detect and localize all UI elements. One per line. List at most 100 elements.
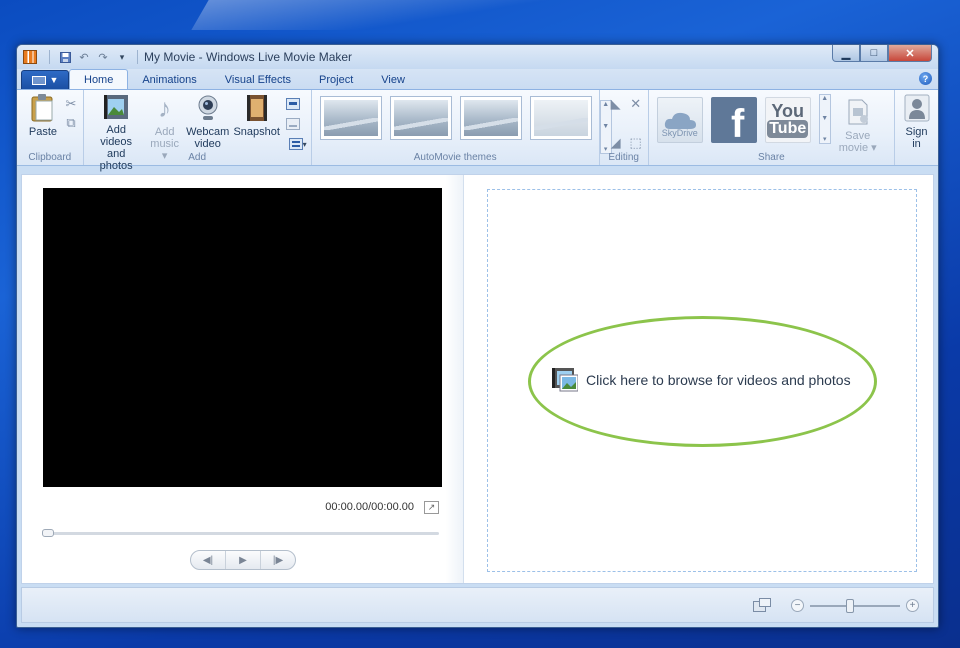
add-group: Add videos and photos ♪ Add music ▾ Webc… (84, 90, 312, 172)
previous-frame-icon[interactable]: ◀| (191, 551, 226, 569)
add-videos-label-line1: Add videos (100, 124, 133, 148)
facebook-icon: f (710, 97, 757, 146)
share-gallery-scroll[interactable]: ▲ ▼ ▾ (818, 94, 831, 144)
youtube-logo-line1: You (771, 101, 805, 121)
editing-group: ◣ ✕ ◢ ⬚ Editing (600, 90, 649, 165)
qat-separator (49, 50, 50, 64)
save-movie-icon (843, 97, 873, 127)
play-icon[interactable]: ▶ (226, 551, 261, 569)
caption-icon[interactable] (285, 116, 301, 132)
chevron-down-icon: ▼ (49, 75, 59, 85)
add-group-label: Add (188, 152, 207, 163)
preview-pane: 00:00.00/00:00.00 ↗ ◀| ▶ |▶ (22, 175, 464, 583)
music-note-icon: ♪ (158, 93, 172, 123)
share-group: SkyDrive f You Tube ▲ ▼ ▾ Save movie ▾ S… (649, 90, 896, 165)
sign-in-button[interactable]: Sign in (902, 90, 932, 165)
signin-group: Sign in (895, 90, 938, 165)
paste-label: Paste (28, 126, 58, 138)
sign-in-label-line1: Sign (905, 126, 928, 138)
tab-home[interactable]: Home (69, 69, 129, 89)
undo-icon[interactable]: ↶ (76, 49, 92, 65)
save-movie-label-line1: Save (845, 130, 871, 142)
thumbnail-size-icon[interactable] (753, 598, 771, 613)
share-expand-icon[interactable]: ▾ (823, 135, 827, 143)
main-content: 00:00.00/00:00.00 ↗ ◀| ▶ |▶ Click here t… (21, 174, 934, 584)
facebook-logo-text: f (731, 102, 745, 146)
qat-separator (137, 50, 138, 64)
playback-controls: ◀| ▶ |▶ (190, 550, 296, 570)
save-icon[interactable] (57, 49, 73, 65)
webcam-label-line2: video (194, 138, 221, 150)
copy-icon[interactable]: ⧉ (63, 115, 79, 131)
tab-view[interactable]: View (367, 71, 419, 89)
tab-animations[interactable]: Animations (128, 71, 210, 89)
youtube-logo-line2: Tube (767, 120, 809, 138)
editing-group-label: Editing (608, 152, 639, 163)
sign-in-label-line2: in (912, 138, 921, 150)
snapshot-label: Snapshot (233, 126, 280, 138)
add-videos-photos-icon (552, 368, 579, 392)
seek-thumb[interactable] (42, 529, 54, 537)
clipboard-group-label: Clipboard (28, 152, 72, 163)
webcam-icon (193, 93, 223, 123)
status-bar: − + (21, 587, 934, 623)
customize-qat-icon[interactable]: ▾ (114, 49, 130, 65)
desktop-light-streak (191, 0, 609, 30)
seek-bar[interactable] (42, 529, 439, 537)
browse-prompt[interactable]: Click here to browse for videos and phot… (552, 368, 851, 392)
storyboard-drop-area[interactable]: Click here to browse for videos and phot… (487, 189, 917, 572)
video-preview[interactable] (43, 188, 442, 487)
theme-thumbnail[interactable] (389, 96, 452, 140)
cut-icon[interactable]: ✂ (63, 96, 79, 112)
maximize-button[interactable]: □ (860, 45, 888, 62)
theme-thumbnail[interactable] (319, 96, 382, 140)
app-window: ↶ ↷ ▾ My Movie - Windows Live Movie Make… (16, 44, 939, 628)
credits-icon[interactable]: ▾ (285, 136, 311, 152)
ribbon: Paste ✂ ⧉ Clipboard Add videos and photo… (17, 89, 938, 172)
help-icon[interactable]: ? (919, 72, 932, 85)
snapshot-icon (242, 93, 272, 123)
zoom-out-icon[interactable]: − (791, 599, 804, 612)
share-down-icon[interactable]: ▼ (821, 115, 828, 122)
clipboard-group: Paste ✂ ⧉ Clipboard (17, 90, 84, 165)
zoom-control: − + (791, 598, 919, 613)
quick-access-toolbar: ↶ ↷ ▾ (45, 49, 142, 65)
automovie-themes-group: ▲ ▼ ▾ AutoMovie themes (312, 90, 612, 165)
webcam-label-line1: Webcam (186, 126, 230, 138)
title-icon[interactable] (285, 96, 301, 112)
window-title: My Movie - Windows Live Movie Maker (144, 50, 353, 64)
popout-preview-icon[interactable]: ↗ (424, 501, 439, 514)
share-group-label: Share (758, 152, 785, 163)
app-menu-icon (31, 75, 46, 85)
automovie-group-label: AutoMovie themes (413, 152, 497, 163)
zoom-slider[interactable] (810, 598, 900, 613)
movie-maker-app-icon[interactable] (23, 50, 37, 64)
ribbon-tab-bar: ▼ Home Animations Visual Effects Project… (17, 69, 938, 89)
rotate-left-icon[interactable]: ◣ (608, 96, 624, 112)
title-bar: ↶ ↷ ▾ My Movie - Windows Live Movie Make… (17, 45, 938, 69)
add-music-label-line1: Add (154, 126, 175, 138)
youtube-icon: You Tube (764, 97, 811, 143)
app-menu-button[interactable]: ▼ (21, 70, 69, 89)
share-up-icon[interactable]: ▲ (821, 95, 828, 102)
tab-project[interactable]: Project (305, 71, 367, 89)
next-frame-icon[interactable]: |▶ (261, 551, 295, 569)
redo-icon[interactable]: ↷ (95, 49, 111, 65)
select-all-icon[interactable]: ⬚ (628, 135, 644, 151)
rotate-right-icon[interactable]: ◢ (608, 135, 624, 151)
zoom-slider-thumb[interactable] (846, 598, 854, 613)
user-icon (902, 93, 932, 123)
tab-visual-effects[interactable]: Visual Effects (211, 71, 305, 89)
skydrive-label: SkyDrive (661, 128, 698, 138)
zoom-in-icon[interactable]: + (906, 599, 919, 612)
paste-icon (28, 93, 58, 123)
theme-thumbnail[interactable] (529, 96, 592, 140)
browse-text: Click here to browse for videos and phot… (586, 372, 851, 388)
remove-icon[interactable]: ✕ (628, 96, 644, 112)
minimize-button[interactable]: ▁ (832, 45, 860, 62)
window-controls: ▁ □ ✕ (832, 45, 932, 62)
timecode: 00:00.00/00:00.00 (325, 501, 414, 513)
add-videos-photos-icon (101, 93, 131, 121)
theme-thumbnail[interactable] (459, 96, 522, 140)
close-button[interactable]: ✕ (888, 45, 932, 62)
